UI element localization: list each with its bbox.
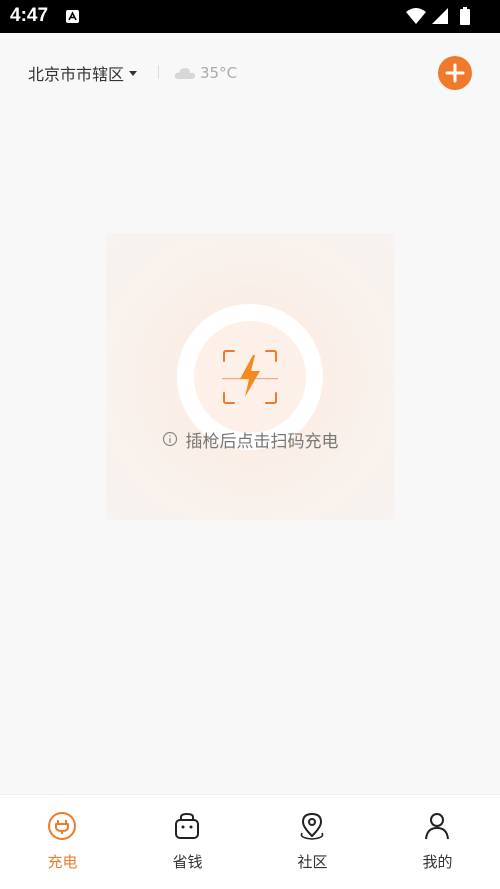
scan-button-inner [194,321,306,433]
tab-community[interactable]: 社区 [250,795,375,889]
wallet-icon [175,812,199,839]
battery-icon [460,7,470,25]
wifi-icon [406,8,426,24]
add-button[interactable] [438,56,472,90]
tab-label-save-money: 省钱 [172,853,203,871]
status-indicators [404,7,490,27]
info-icon [162,431,177,447]
bottom-tab-bar: 充电 省钱 社区 我的 [0,794,500,889]
scan-hint-text: 插枪后点击扫码充电 [185,431,339,452]
cloud-icon [174,68,195,79]
tab-charge[interactable]: 充电 [0,795,125,889]
tab-save-money[interactable]: 省钱 [125,795,250,889]
scan-hint: 插枪后点击扫码充电 [106,426,394,452]
tab-label-mine: 我的 [422,853,453,871]
caret-down-icon [129,70,138,76]
signal-icon [432,8,448,24]
tab-label-charge: 充电 [47,853,78,871]
location-selector[interactable]: 北京市市辖区 [28,62,138,84]
status-time: 4:47 [10,5,49,26]
charge-plug-icon [48,812,76,840]
plus-icon [445,63,465,83]
header-divider [158,65,159,79]
weather-temp: 35°C [200,64,238,82]
scan-panel[interactable]: 插枪后点击扫码充电 [106,233,394,520]
location-pin-icon [300,812,324,840]
user-icon [425,813,449,840]
status-bar: 4:47 [0,0,500,33]
app-notification-icon [66,10,79,23]
tab-label-community: 社区 [297,853,328,871]
weather-info: 35°C [174,62,237,84]
location-label: 北京市市辖区 [28,65,125,84]
tab-mine[interactable]: 我的 [375,795,500,889]
scan-charge-icon [222,350,278,404]
